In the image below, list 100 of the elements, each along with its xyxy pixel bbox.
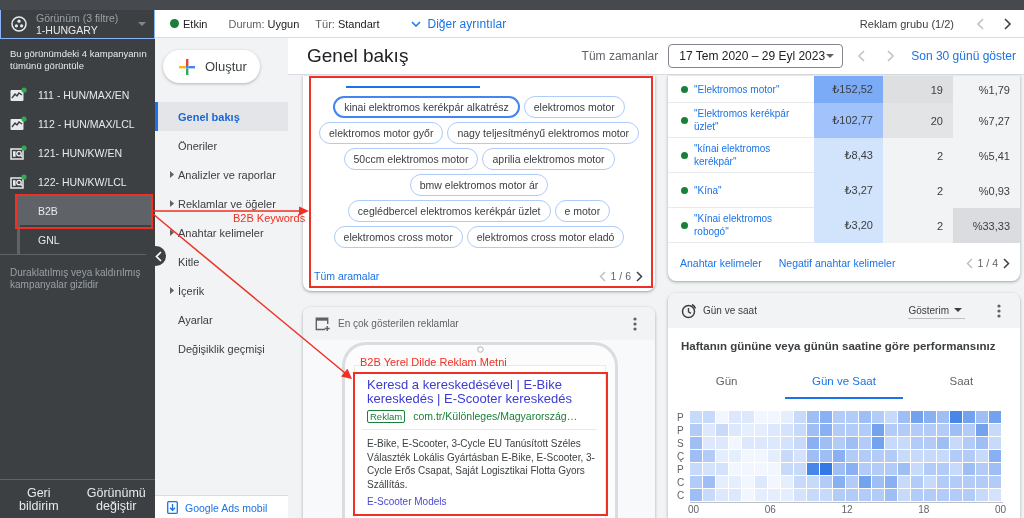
all-searches-link[interactable]: Tüm aramalar [314,270,380,282]
page-indicator: 1 / 4 [977,257,998,269]
campaign-item[interactable]: 121- HUN/KW/EN [0,138,155,167]
hour-label: 00 [994,504,1006,515]
page-indicator: 1 / 6 [610,270,631,282]
create-button[interactable]: Oluştur [163,50,260,83]
table-cell: ₺152,52 [814,76,883,103]
nav-item[interactable]: Öneriler [167,131,288,160]
nav-item[interactable]: Genel bakış [155,102,288,131]
card-title: Gün ve saat [703,305,758,316]
caret-icon [954,308,962,312]
annotation-label: B2B Keywords [233,212,306,224]
sitelink[interactable]: E-Scooter Models [367,495,447,508]
more-menu-icon[interactable] [633,316,637,331]
table-cell: 20 [883,103,953,138]
table-cell: ₺3,27 [814,173,883,208]
tab[interactable]: Gün [668,365,786,399]
hour-label: 18 [918,504,930,515]
search-term-chip[interactable]: ceglédbercel elektromos kerékpár üzlet [347,200,551,222]
day-label: C [677,476,686,489]
search-term-chip[interactable]: elektromos cross motor eladó [466,226,625,248]
search-term-chip[interactable]: kinai elektromos kerékpár alkatrész [333,96,520,118]
ad-group-label: Reklam grubu (1/2) [859,17,954,30]
more-menu-icon[interactable] [997,303,1001,318]
footer-button[interactable]: Görünümü değiştir [77,487,155,513]
status-label: Etkin [183,17,208,30]
view-dropdown[interactable]: Görünüm (3 filtre) 1-HUNGARY [0,10,155,39]
expand-arrow-icon [170,287,174,294]
ad-url: com.tr/Különleges/Magyarország… [413,410,578,422]
nav-item[interactable]: Değişiklik geçmişi [167,334,288,363]
search-term-chip[interactable]: elektromos cross motor [333,226,463,248]
ad-group-item[interactable]: B2B [20,196,152,225]
table-cell: ₺102,77 [814,103,883,138]
search-term-chip[interactable]: e motor [554,200,611,222]
metric-dropdown[interactable]: Gösterim [908,302,965,319]
footer-button[interactable]: Geri bildirim [0,487,78,513]
search-term-chip[interactable]: elektromos motor győr [319,122,444,144]
field-label: Tür: [315,17,335,30]
day-label: C [677,489,686,502]
search-term-chip[interactable]: 50ccm elektromos motor [343,148,479,170]
keywords-link[interactable]: Negatif anahtar kelimeler [778,257,896,269]
nav-item[interactable]: Ayarlar [167,305,288,334]
keyword-link[interactable]: "Elektromos motor" [694,82,780,96]
campaign-item[interactable]: 111 - HUN/MAX/EN [0,80,155,109]
keyword-link[interactable]: "Kína" [694,183,722,197]
view-icon [11,16,27,32]
view-all-link[interactable]: Bu görünümdeki 4 kampanyanın tümünü görüntüle [0,39,155,72]
nav-item[interactable]: Kitle [167,247,288,276]
field-label: Durum: [228,17,265,30]
day-label: S [677,437,685,450]
hour-label: 00 [688,504,700,515]
expand-arrow-icon [170,200,174,207]
hour-label: 06 [764,504,776,515]
last-30-days-link[interactable]: Son 30 günü göster [911,49,1016,63]
table-cell: %1,79 [953,76,1020,103]
search-term-chip[interactable]: aprilia elektromos motor [482,148,615,170]
keyword-link[interactable]: "kínai elektromos kerékpár" [694,142,802,168]
download-icon [167,501,178,514]
table-cell: 19 [883,76,953,103]
chevron-down-icon [411,20,422,27]
ad-badge: Reklam [367,409,406,423]
table-cell: 2 [883,138,953,173]
chevron-right-icon[interactable] [636,270,643,282]
table-cell: ₺8,43 [814,138,883,173]
details-link[interactable]: Diğer ayrıntılar [411,16,507,31]
search-term-chip[interactable]: bmw elektromos motor ár [409,174,549,196]
search-term-chip[interactable]: nagy teljesítményű elektromos motor [447,122,639,144]
nav-item[interactable]: Analizler ve raporlar [167,160,288,189]
page-title: Genel bakış [307,45,410,67]
chevron-left-icon [154,250,162,262]
chevron-right-icon[interactable] [1004,17,1012,30]
field-value: Uygun [267,17,300,30]
ad-headline[interactable]: Keresd a kereskedésével | E-Bike kereskedés | E-Scooter kereskedés [367,378,597,406]
day-label: P [677,463,685,476]
search-term-chip[interactable]: elektromos motor [523,96,625,118]
campaign-item[interactable]: 122- HUN/KW/LCL [0,167,155,196]
day-label: Ç [677,450,686,463]
card-subtitle: Haftanın gününe veya günün saatine göre performansınız [680,339,997,353]
tab[interactable]: Gün ve Saat [785,365,903,399]
day-label: P [677,424,685,437]
keywords-link[interactable]: Anahtar kelimeler [680,257,762,269]
expand-arrow-icon [170,229,174,236]
clock-icon [681,302,697,319]
ad-group-item[interactable]: GNL [20,225,152,254]
ad-description: E-Bike, E-Scooter, 3-Cycle EU Tanúsított Széles Választék Lokális Gyártásban E-Bike, E-Scooter, 3-Cycle Erős Csapat, Saját Logisztikai Flotta Gyors Szállítás. [367,437,596,491]
date-range-dropdown[interactable]: 17 Tem 2020 – 29 Eyl 2023 [668,44,844,68]
table-cell: %5,41 [953,138,1020,173]
chevron-right-icon[interactable] [1003,257,1010,269]
table-cell: %33,33 [953,208,1020,243]
tab[interactable]: Saat [902,365,1020,399]
table-cell: 2 [883,173,953,208]
table-cell: 2 [883,208,953,243]
keyword-link[interactable]: "Kínai elektromos robogó" [694,212,802,238]
annotation-label: B2B Yerel Dilde Reklam Metni [360,356,507,368]
nav-item[interactable]: İçerik [167,276,288,305]
plus-icon [179,58,195,75]
field-value: Standart [337,17,380,30]
caret-icon [138,22,146,26]
keyword-link[interactable]: "Elektromos kerékpár üzlet" [694,107,802,133]
campaign-item[interactable]: 112 - HUN/MAX/LCL [0,109,155,138]
